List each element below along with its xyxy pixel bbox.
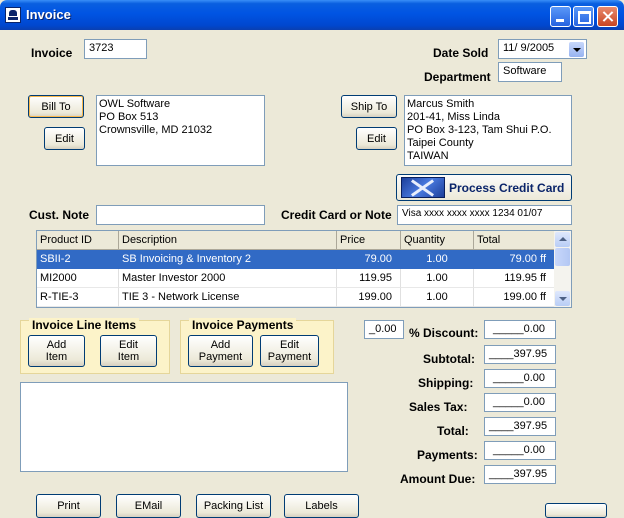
address-line: PO Box 513 bbox=[99, 111, 159, 123]
discount-percent-field[interactable]: _0.00 bbox=[364, 320, 404, 339]
line-items-table[interactable]: Product ID Description Price Quantity To… bbox=[36, 230, 572, 308]
scroll-thumb[interactable] bbox=[555, 248, 570, 266]
close-button[interactable] bbox=[597, 6, 618, 27]
address-line: Marcus Smith bbox=[407, 98, 475, 110]
process-credit-card-label: Process Credit Card bbox=[449, 181, 565, 195]
total-label: Total: bbox=[437, 424, 469, 438]
add-payment-label: Add Payment bbox=[198, 339, 243, 363]
chevron-down-icon[interactable] bbox=[569, 42, 584, 57]
cell-total: 79.00 ff bbox=[474, 250, 555, 269]
cust-note-label: Cust. Note bbox=[29, 208, 89, 222]
cell-price: 199.00 bbox=[337, 288, 401, 307]
address-line: Taipei County bbox=[407, 137, 474, 149]
shipping-label: Shipping: bbox=[418, 376, 474, 390]
charge-card-icon bbox=[401, 177, 445, 198]
minimize-button[interactable] bbox=[550, 6, 571, 27]
column-header[interactable]: Product ID bbox=[37, 231, 119, 250]
department-field[interactable]: Software bbox=[498, 62, 562, 82]
line-items-group-title: Invoice Line Items bbox=[29, 318, 140, 332]
process-credit-card-button[interactable]: Process Credit Card bbox=[396, 174, 572, 201]
app-icon bbox=[5, 7, 21, 23]
add-payment-button[interactable]: Add Payment bbox=[188, 335, 253, 367]
subtotal-label: Subtotal: bbox=[423, 352, 475, 366]
amount-due-field[interactable]: ____397.95 bbox=[484, 465, 556, 484]
date-sold-value: 11/ 9/2005 bbox=[503, 42, 555, 54]
cc-note-field[interactable]: Visa xxxx xxxx xxxx 1234 01/07 bbox=[397, 205, 572, 225]
labels-button[interactable]: Labels bbox=[284, 494, 359, 518]
address-line: OWL Software bbox=[99, 98, 171, 110]
column-header[interactable]: Price bbox=[337, 231, 401, 250]
cell-price: 79.00 bbox=[337, 250, 401, 269]
bill-to-edit-button[interactable]: Edit bbox=[44, 127, 85, 150]
address-line: TAIWAN bbox=[407, 150, 449, 162]
sales-tax-label: Sales Tax: bbox=[409, 400, 468, 414]
invoice-notes-area[interactable] bbox=[20, 382, 348, 472]
invoice-number-field[interactable]: 3723 bbox=[84, 39, 147, 59]
bill-to-button[interactable]: Bill To bbox=[28, 95, 84, 118]
print-button[interactable]: Print bbox=[36, 494, 101, 518]
cell-product-id: MI2000 bbox=[37, 269, 119, 288]
department-label: Department bbox=[424, 70, 491, 84]
address-line: 201-41, Miss Linda bbox=[407, 111, 500, 123]
ship-to-address[interactable]: Marcus Smith 201-41, Miss Linda PO Box 3… bbox=[404, 95, 572, 166]
scroll-down-icon[interactable] bbox=[555, 291, 570, 306]
cell-description: Master Investor 2000 bbox=[119, 269, 337, 288]
discount-label: % Discount: bbox=[409, 326, 479, 340]
date-sold-label: Date Sold bbox=[433, 46, 489, 60]
window-title: Invoice bbox=[26, 7, 71, 22]
scroll-up-icon[interactable] bbox=[555, 232, 570, 247]
maximize-button[interactable] bbox=[573, 6, 594, 27]
edit-item-label: Edit Item bbox=[117, 339, 140, 363]
cell-price: 119.95 bbox=[337, 269, 401, 288]
cell-description: TIE 3 - Network License bbox=[119, 288, 337, 307]
payments-field[interactable]: _____0.00 bbox=[484, 441, 556, 460]
edit-item-button[interactable]: Edit Item bbox=[100, 335, 157, 367]
address-line: PO Box 3-123, Tam Shui P.O. bbox=[407, 124, 552, 136]
subtotal-field[interactable]: ____397.95 bbox=[484, 345, 556, 364]
column-header[interactable]: Total bbox=[474, 231, 555, 250]
cc-note-label: Credit Card or Note bbox=[281, 208, 392, 222]
cell-description: SB Invoicing & Inventory 2 bbox=[119, 250, 337, 269]
column-header[interactable]: Quantity bbox=[401, 231, 474, 250]
total-field[interactable]: ____397.95 bbox=[484, 417, 556, 436]
edit-payment-button[interactable]: Edit Payment bbox=[260, 335, 319, 367]
cust-note-field[interactable] bbox=[96, 205, 265, 225]
bill-to-address[interactable]: OWL Software PO Box 513 Crownsville, MD … bbox=[96, 95, 265, 166]
invoice-label: Invoice bbox=[31, 46, 73, 60]
packing-list-button[interactable]: Packing List bbox=[196, 494, 271, 518]
cell-product-id: SBII-2 bbox=[37, 250, 119, 269]
cell-quantity: 1.00 bbox=[401, 269, 474, 288]
edit-payment-label: Edit Payment bbox=[267, 339, 312, 363]
ship-to-button[interactable]: Ship To bbox=[341, 95, 397, 118]
ship-to-edit-button[interactable]: Edit bbox=[356, 127, 397, 150]
vertical-scrollbar[interactable] bbox=[554, 231, 571, 307]
cell-quantity: 1.00 bbox=[401, 288, 474, 307]
title-bar[interactable] bbox=[0, 0, 624, 30]
cell-product-id: R-TIE-3 bbox=[37, 288, 119, 307]
cell-total: 199.00 ff bbox=[474, 288, 555, 307]
add-item-button[interactable]: Add Item bbox=[28, 335, 85, 367]
payments-group-title: Invoice Payments bbox=[189, 318, 297, 332]
cell-total: 119.95 ff bbox=[474, 269, 555, 288]
add-item-label: Add Item bbox=[45, 339, 68, 363]
sales-tax-field[interactable]: _____0.00 bbox=[484, 393, 556, 412]
shipping-field[interactable]: _____0.00 bbox=[484, 369, 556, 388]
payments-label: Payments: bbox=[417, 448, 478, 462]
date-sold-field[interactable]: 11/ 9/2005 bbox=[498, 39, 587, 59]
address-line: Crownsville, MD 21032 bbox=[99, 124, 213, 136]
column-header[interactable]: Description bbox=[119, 231, 337, 250]
partial-button[interactable] bbox=[545, 503, 607, 518]
amount-due-label: Amount Due: bbox=[400, 472, 476, 486]
email-button[interactable]: EMail bbox=[116, 494, 181, 518]
discount-field[interactable]: _____0.00 bbox=[484, 320, 556, 339]
cell-quantity: 1.00 bbox=[401, 250, 474, 269]
